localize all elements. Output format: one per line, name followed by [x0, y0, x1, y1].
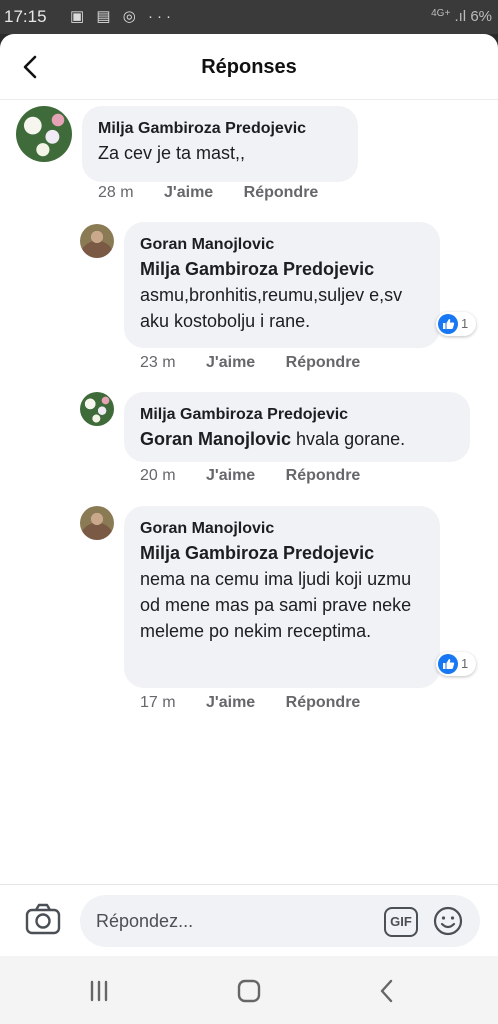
page-title: Réponses — [201, 56, 297, 78]
signal-icon: .ıl — [454, 8, 467, 25]
like-icon — [438, 314, 458, 334]
gif-button[interactable]: GIF — [384, 907, 418, 937]
comment-body: Goran Manojlovic hvala gorane. — [140, 426, 454, 452]
reply-input[interactable]: Répondez... GIF — [80, 895, 480, 947]
reaction-badge[interactable]: 1 — [436, 312, 476, 336]
facebook-icon: ▤ — [96, 8, 115, 25]
like-link[interactable]: J'aime — [206, 354, 255, 371]
emoji-icon — [433, 906, 463, 936]
comment-text: Za cev je ta mast,, — [98, 143, 246, 163]
like-icon — [438, 654, 458, 674]
comment-meta: 17 m J'aime Répondre — [140, 694, 386, 712]
home-button[interactable] — [234, 976, 264, 1006]
comment-meta: 23 m J'aime Répondre — [140, 354, 386, 372]
reaction-count: 1 — [461, 316, 469, 331]
comment-time: 23 m — [140, 354, 176, 371]
comment-bubble[interactable]: Goran Manojlovic Milja Gambiroza Predoje… — [124, 222, 440, 348]
avatar[interactable] — [80, 224, 114, 258]
comment-time: 20 m — [140, 467, 176, 484]
reply-link[interactable]: Répondre — [286, 694, 361, 711]
comment-time: 28 m — [98, 184, 134, 201]
comment-time: 17 m — [140, 694, 176, 711]
reaction-badge[interactable]: 1 — [436, 652, 476, 676]
system-back-button[interactable] — [372, 976, 402, 1006]
like-link[interactable]: J'aime — [206, 467, 255, 484]
comment-author[interactable]: Milja Gambiroza Predojevic — [98, 118, 342, 140]
comment-text: hvala gorane. — [296, 429, 406, 449]
comment-meta: 28 m J'aime Répondre — [98, 184, 344, 202]
status-notification-icons: ▣ ▤ ◎ ··· — [70, 7, 175, 25]
header: Réponses — [0, 34, 498, 100]
comment-mention[interactable]: Goran Manojlovic — [140, 429, 291, 449]
comment-bubble[interactable]: Goran Manojlovic Milja Gambiroza Predoje… — [124, 506, 440, 688]
recent-apps-button[interactable] — [84, 976, 114, 1006]
recent-apps-icon — [90, 980, 108, 1002]
status-time: 17:15 — [4, 7, 47, 26]
like-link[interactable]: J'aime — [164, 184, 213, 201]
emoji-button[interactable] — [432, 905, 464, 937]
like-link[interactable]: J'aime — [206, 694, 255, 711]
reaction-count: 1 — [461, 656, 469, 671]
image-icon: ▣ — [70, 8, 89, 25]
comment-text: nema na cemu ima ljudi koji uzmu od mene… — [140, 569, 412, 641]
comment-author[interactable]: Goran Manojlovic — [140, 234, 424, 256]
replies-sheet: Réponses Milja Gambiroza Predojevic Za c… — [0, 34, 498, 956]
status-right: 4G+ .ıl 6% — [431, 8, 492, 25]
avatar[interactable] — [16, 106, 72, 162]
camera-button[interactable] — [24, 901, 62, 937]
reply-link[interactable]: Répondre — [286, 354, 361, 371]
camera-icon — [25, 903, 61, 935]
home-icon — [237, 979, 261, 1003]
back-icon — [380, 979, 393, 1003]
status-bar: 17:15 ▣ ▤ ◎ ··· 4G+ .ıl 6% — [0, 0, 498, 34]
network-label: 4G+ — [431, 8, 451, 19]
avatar[interactable] — [80, 506, 114, 540]
comment-meta: 20 m J'aime Répondre — [140, 467, 386, 485]
comment-mention[interactable]: Milja Gambiroza Predojevic — [140, 540, 424, 566]
system-nav-bar — [0, 956, 498, 1024]
more-icon: ··· — [147, 8, 175, 25]
comment-bubble[interactable]: Milja Gambiroza Predojevic Goran Manojlo… — [124, 392, 470, 462]
comment-author[interactable]: Milja Gambiroza Predojevic — [140, 404, 454, 426]
avatar[interactable] — [80, 392, 114, 426]
comment-text: asmu,bronhitis,reumu,suljev e,svaku kost… — [140, 285, 403, 331]
comment-author[interactable]: Goran Manojlovic — [140, 518, 424, 540]
reply-link[interactable]: Répondre — [244, 184, 319, 201]
messenger-icon: ◎ — [122, 8, 140, 25]
reply-placeholder: Répondez... — [96, 911, 194, 931]
comment-bubble[interactable]: Milja Gambiroza Predojevic Za cev je ta … — [82, 106, 358, 182]
reply-composer: Répondez... GIF — [0, 884, 498, 956]
comment-mention[interactable]: Milja Gambiroza Predojevic — [140, 256, 424, 282]
reply-link[interactable]: Répondre — [286, 467, 361, 484]
battery-label: 6% — [470, 8, 492, 25]
